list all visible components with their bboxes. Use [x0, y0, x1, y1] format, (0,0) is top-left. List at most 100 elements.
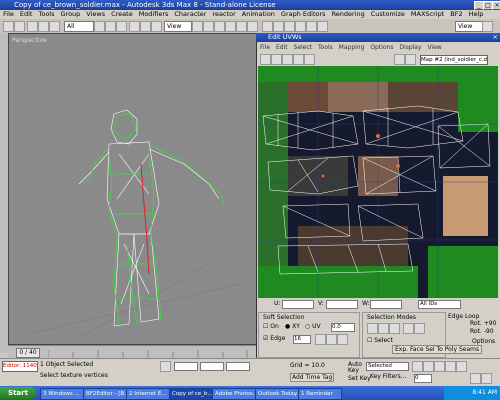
selection-filter-dropdown[interactable]: All — [64, 21, 94, 32]
uvw-rotate-icon[interactable] — [271, 54, 282, 65]
uvw-scale-icon[interactable] — [282, 54, 293, 65]
angle-snap-icon[interactable] — [214, 21, 225, 32]
menu-bf2[interactable]: BF2 — [447, 10, 465, 19]
soft-on-checkbox[interactable]: ☐ On — [263, 323, 279, 330]
render-type-dropdown[interactable]: View — [455, 21, 483, 32]
timeline[interactable]: 0 / 40 — [8, 345, 256, 359]
layer-icon[interactable] — [262, 21, 273, 32]
mirror-icon[interactable] — [236, 21, 247, 32]
uvw-mirror-icon[interactable] — [304, 54, 315, 65]
edge-loop-button[interactable]: Edge Loop — [448, 313, 479, 320]
goto-end-icon[interactable] — [456, 361, 467, 372]
task-photoshop[interactable]: Adobe Photos... — [212, 388, 256, 400]
menu-tools[interactable]: Tools — [35, 10, 57, 19]
perspective-viewport[interactable] — [8, 33, 258, 345]
uvw-menu-tools[interactable]: Tools — [316, 44, 335, 51]
region-icon[interactable] — [116, 21, 127, 32]
uvw-menu-options[interactable]: Options — [368, 44, 395, 51]
select-checkbox[interactable]: ☐ Select — [367, 337, 393, 344]
uvw-menu-select[interactable]: Select — [292, 44, 315, 51]
z-coord-field[interactable] — [226, 362, 250, 371]
time-slider[interactable]: 0 / 40 — [16, 348, 40, 358]
quick-render-icon[interactable] — [317, 21, 328, 32]
uvw-menu-file[interactable]: File — [258, 44, 272, 51]
rot-plus-90-button[interactable]: Rot. +90 — [470, 320, 496, 327]
u-field[interactable] — [282, 300, 314, 309]
menu-group[interactable]: Group — [58, 10, 84, 19]
menu-create[interactable]: Create — [108, 10, 136, 19]
pivot-icon[interactable] — [192, 21, 203, 32]
menu-file[interactable]: File — [0, 10, 17, 19]
set-key-button[interactable]: Set Key — [348, 375, 371, 382]
task-outlook[interactable]: Outlook Today... — [255, 388, 299, 400]
menu-rendering[interactable]: Rendering — [329, 10, 368, 19]
curve-editor-icon[interactable] — [273, 21, 284, 32]
uvw-move-icon[interactable] — [260, 54, 271, 65]
menu-character[interactable]: Character — [171, 10, 209, 19]
uvw-canvas[interactable] — [258, 66, 498, 298]
falloff-fast-icon[interactable] — [337, 334, 348, 345]
task-reminder[interactable]: 1 Reminder — [298, 388, 342, 400]
key-mode-dropdown[interactable]: Selected — [366, 362, 409, 371]
all-ids-dropdown[interactable]: All IDs — [418, 300, 461, 309]
unlink-icon[interactable] — [38, 21, 49, 32]
uvw-close-icon[interactable]: × — [493, 33, 498, 42]
render-last-icon[interactable] — [482, 21, 493, 32]
falloff-sinual-icon[interactable] — [326, 334, 337, 345]
uvw-uv-icon[interactable] — [405, 54, 416, 65]
play-icon[interactable] — [434, 361, 445, 372]
render-scene-icon[interactable] — [306, 21, 317, 32]
key-filters-button[interactable]: Key Filters... — [370, 373, 407, 380]
v-field[interactable] — [326, 300, 358, 309]
bind-icon[interactable] — [49, 21, 60, 32]
lock-selection-icon[interactable] — [160, 361, 171, 372]
task-windows[interactable]: 3 Windows ... — [40, 388, 84, 400]
start-button[interactable]: Start — [0, 387, 36, 399]
menu-modifiers[interactable]: Modifiers — [136, 10, 172, 19]
auto-key-button[interactable]: Auto Key — [348, 362, 362, 374]
exp-face-sel-button[interactable]: Exp. Face Sel To Poly Seams — [392, 345, 483, 354]
shrink-icon[interactable] — [414, 323, 425, 334]
falloff-field[interactable]: 0.0 — [331, 323, 355, 332]
menu-customize[interactable]: Customize — [368, 10, 408, 19]
uvw-menu-view[interactable]: View — [425, 44, 443, 51]
edge-mode-icon[interactable] — [378, 323, 389, 334]
uvw-menu-mapping[interactable]: Mapping — [337, 44, 367, 51]
menu-edit[interactable]: Edit — [17, 10, 36, 19]
xy-radio[interactable]: ● XY — [285, 323, 300, 330]
add-time-tag-button[interactable]: Add Time Tag — [290, 373, 335, 382]
face-mode-icon[interactable] — [389, 323, 400, 334]
current-frame-field[interactable]: 0 — [414, 374, 432, 383]
undo-icon[interactable] — [3, 21, 14, 32]
percent-snap-icon[interactable] — [225, 21, 236, 32]
falloff-linear-icon[interactable] — [315, 334, 326, 345]
prev-frame-icon[interactable] — [423, 361, 434, 372]
align-icon[interactable] — [247, 21, 258, 32]
menu-graph-editors[interactable]: Graph Editors — [278, 10, 329, 19]
redo-icon[interactable] — [14, 21, 25, 32]
select-icon[interactable] — [94, 21, 105, 32]
grow-icon[interactable] — [403, 323, 414, 334]
vertex-mode-icon[interactable] — [367, 323, 378, 334]
uvw-menu-edit[interactable]: Edit — [274, 44, 290, 51]
maxscript-listener[interactable]: Editor: 1140 — [2, 361, 38, 372]
snap-icon[interactable] — [203, 21, 214, 32]
menu-reactor[interactable]: reactor — [209, 10, 238, 19]
options-button[interactable]: Options — [472, 338, 495, 345]
link-icon[interactable] — [27, 21, 38, 32]
pan-icon[interactable] — [481, 373, 492, 384]
ref-coord-dropdown[interactable]: View — [164, 21, 192, 32]
next-frame-icon[interactable] — [445, 361, 456, 372]
uvw-freeform-icon[interactable] — [293, 54, 304, 65]
select-by-name-icon[interactable] — [105, 21, 116, 32]
task-3dsmax[interactable]: Copy of ce_b... — [169, 388, 213, 400]
material-editor-icon[interactable] — [295, 21, 306, 32]
zoom-icon[interactable] — [470, 373, 481, 384]
goto-start-icon[interactable] — [412, 361, 423, 372]
edge-count-field[interactable]: 16 — [293, 335, 311, 344]
task-bf2editor[interactable]: BF2Editor - [B... — [83, 388, 127, 400]
menu-maxscript[interactable]: MAXScript — [408, 10, 447, 19]
menu-help[interactable]: Help — [466, 10, 487, 19]
menu-views[interactable]: Views — [83, 10, 108, 19]
task-internet-explorer[interactable]: 2 Internet E... — [126, 388, 170, 400]
